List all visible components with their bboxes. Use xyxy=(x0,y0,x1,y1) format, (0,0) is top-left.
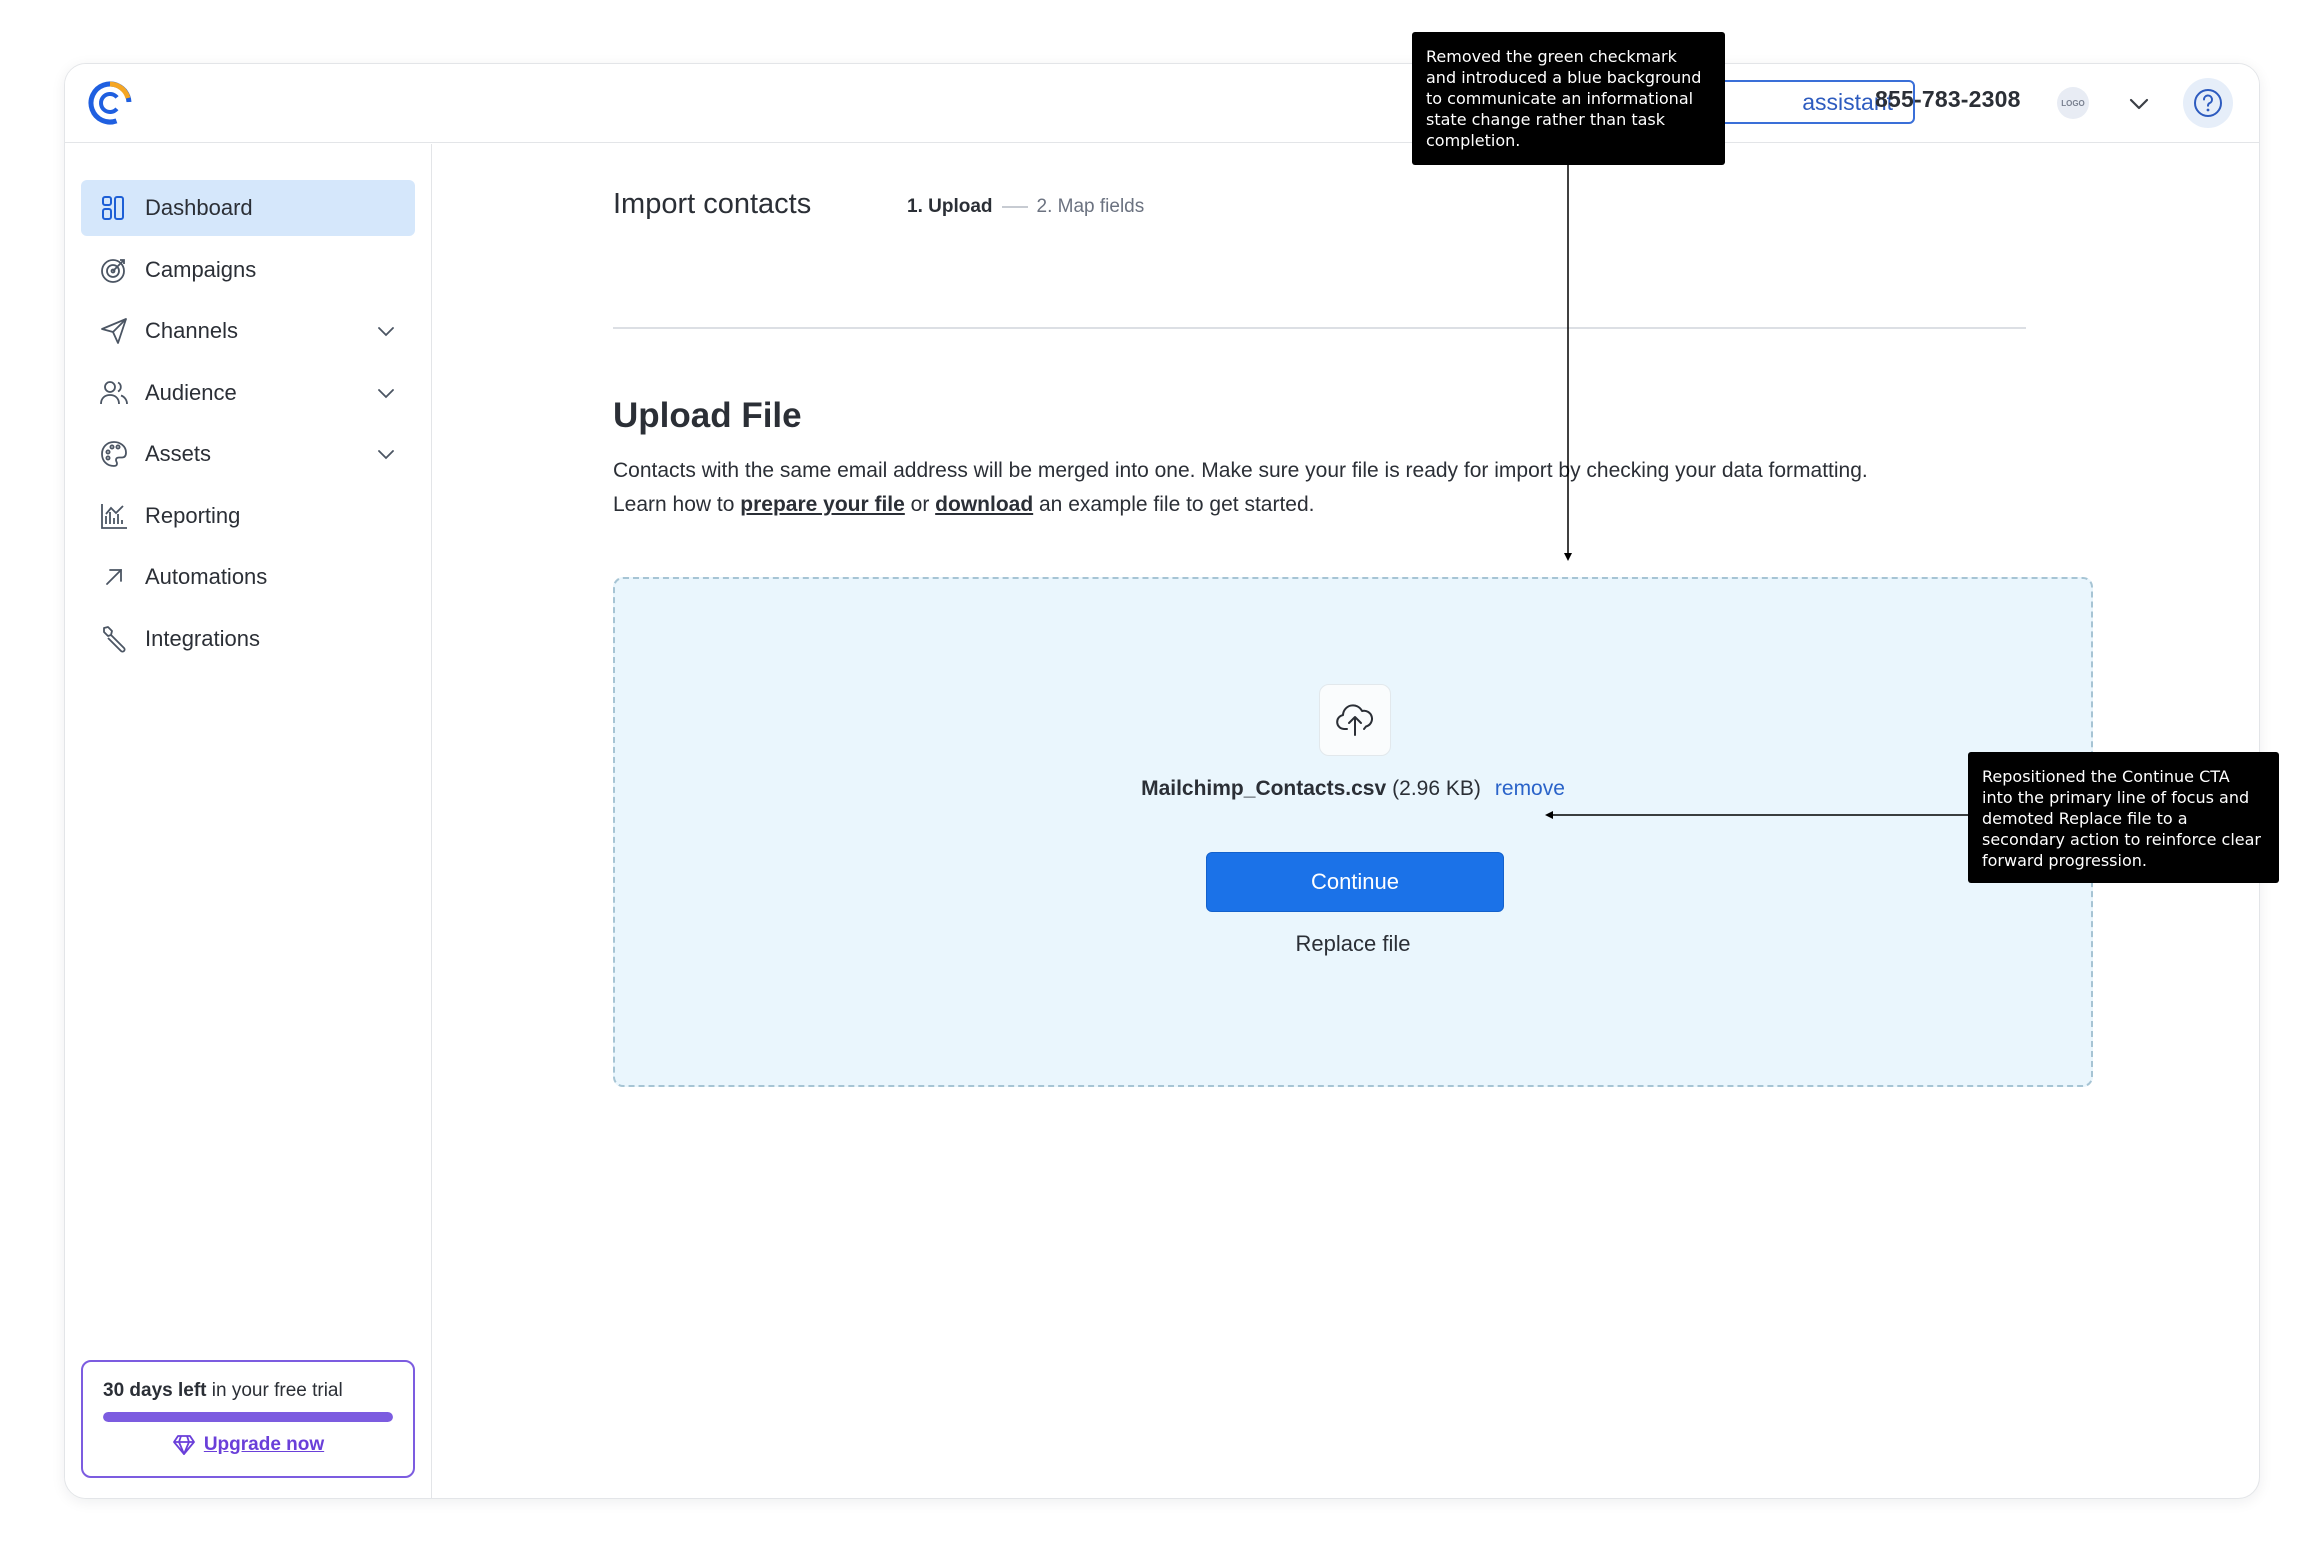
sidebar-item-label: Campaigns xyxy=(145,256,257,282)
sidebar-item-assets[interactable]: Assets xyxy=(81,426,415,482)
file-name: Mailchimp_Contacts.csv xyxy=(1141,777,1387,800)
app-window: assistant 855-783-2308 LOGO Dashboard Ca… xyxy=(64,63,2260,1499)
description-line-1: Contacts with the same email address wil… xyxy=(613,459,1868,482)
sidebar-item-integrations[interactable]: Integrations xyxy=(81,611,415,667)
chart-icon xyxy=(97,499,131,533)
account-chevron-down-icon[interactable] xyxy=(2125,90,2153,118)
help-icon xyxy=(2194,89,2222,117)
sidebar-item-channels[interactable]: Channels xyxy=(81,303,415,359)
step-connector xyxy=(1001,206,1028,208)
sidebar-item-label: Channels xyxy=(145,318,238,343)
desc-pre: Learn how to xyxy=(613,493,741,516)
uploaded-file-row: Mailchimp_Contacts.csv (2.96 KB) remove xyxy=(615,777,2091,801)
trial-status-text: 30 days left in your free trial xyxy=(103,1380,343,1402)
people-icon xyxy=(97,376,131,410)
help-button[interactable] xyxy=(2183,78,2233,128)
page-title: Import contacts xyxy=(613,188,812,220)
step-map-fields: 2. Map fields xyxy=(1036,196,1145,217)
free-trial-card: 30 days left in your free trial Upgrade … xyxy=(81,1360,415,1478)
upload-icon-box xyxy=(1319,684,1391,756)
wrench-icon xyxy=(97,622,131,656)
header-divider xyxy=(613,327,2026,329)
constant-contact-logo-icon[interactable] xyxy=(85,78,135,128)
sidebar-item-dashboard[interactable]: Dashboard xyxy=(81,180,415,236)
upgrade-now-link[interactable]: Upgrade now xyxy=(83,1434,413,1456)
chevron-down-icon[interactable] xyxy=(375,443,397,465)
trial-progress-fill xyxy=(103,1412,393,1422)
trial-progress-bar xyxy=(103,1412,393,1422)
desc-mid: or xyxy=(904,493,936,516)
sidebar-item-reporting[interactable]: Reporting xyxy=(81,488,415,544)
trial-days-left: 30 days left xyxy=(103,1380,207,1401)
sidebar-item-label: Assets xyxy=(145,441,212,466)
palette-icon xyxy=(97,437,131,471)
sidebar-nav: Dashboard Campaigns Channels Audience As… xyxy=(81,180,415,672)
diamond-icon xyxy=(172,1435,195,1455)
send-icon xyxy=(97,314,131,348)
sidebar-item-label: Reporting xyxy=(145,502,241,528)
section-title: Upload File xyxy=(613,396,802,435)
file-size: (2.96 KB) xyxy=(1392,777,1481,800)
design-annotation-2: Repositioned the Continue CTA into the p… xyxy=(1968,752,2279,883)
continue-button[interactable]: Continue xyxy=(1206,852,1504,912)
target-icon xyxy=(97,253,131,287)
file-dropzone[interactable]: Mailchimp_Contacts.csv (2.96 KB) remove … xyxy=(613,577,2093,1087)
chevron-down-icon[interactable] xyxy=(375,320,397,342)
upload-description: Contacts with the same email address wil… xyxy=(613,454,2053,522)
upgrade-now-label[interactable]: Upgrade now xyxy=(204,1434,324,1456)
step-upload: 1. Upload xyxy=(907,196,993,217)
download-example-link[interactable]: download xyxy=(935,493,1033,516)
description-line-2: Learn how to prepare your file or downlo… xyxy=(613,488,2053,522)
sidebar-item-label: Integrations xyxy=(145,625,260,651)
sidebar: Dashboard Campaigns Channels Audience As… xyxy=(65,144,432,1498)
remove-file-link[interactable]: remove xyxy=(1495,777,1565,801)
dashboard-icon xyxy=(97,191,131,225)
stepper: 1. Upload 2. Map fields xyxy=(907,196,1144,218)
arrow-up-right-icon xyxy=(97,560,131,594)
prepare-file-link[interactable]: prepare your file xyxy=(740,493,905,516)
account-avatar[interactable]: LOGO xyxy=(2057,87,2089,119)
chevron-down-icon[interactable] xyxy=(375,382,397,404)
design-annotation-1: Removed the green checkmark and introduc… xyxy=(1412,32,1725,165)
sidebar-item-audience[interactable]: Audience xyxy=(81,365,415,421)
sidebar-item-campaigns[interactable]: Campaigns xyxy=(81,242,415,298)
top-bar: assistant 855-783-2308 LOGO xyxy=(65,64,2259,143)
sidebar-item-label: Automations xyxy=(145,564,268,589)
trial-text-rest: in your free trial xyxy=(206,1380,343,1401)
support-phone-number[interactable]: 855-783-2308 xyxy=(1875,86,2021,113)
replace-file-link[interactable]: Replace file xyxy=(615,931,2091,957)
sidebar-item-label: Audience xyxy=(145,379,237,405)
desc-post: an example file to get started. xyxy=(1033,493,1315,516)
sidebar-item-automations[interactable]: Automations xyxy=(81,549,415,605)
sidebar-item-label: Dashboard xyxy=(145,195,253,220)
cloud-upload-icon xyxy=(1336,704,1373,736)
